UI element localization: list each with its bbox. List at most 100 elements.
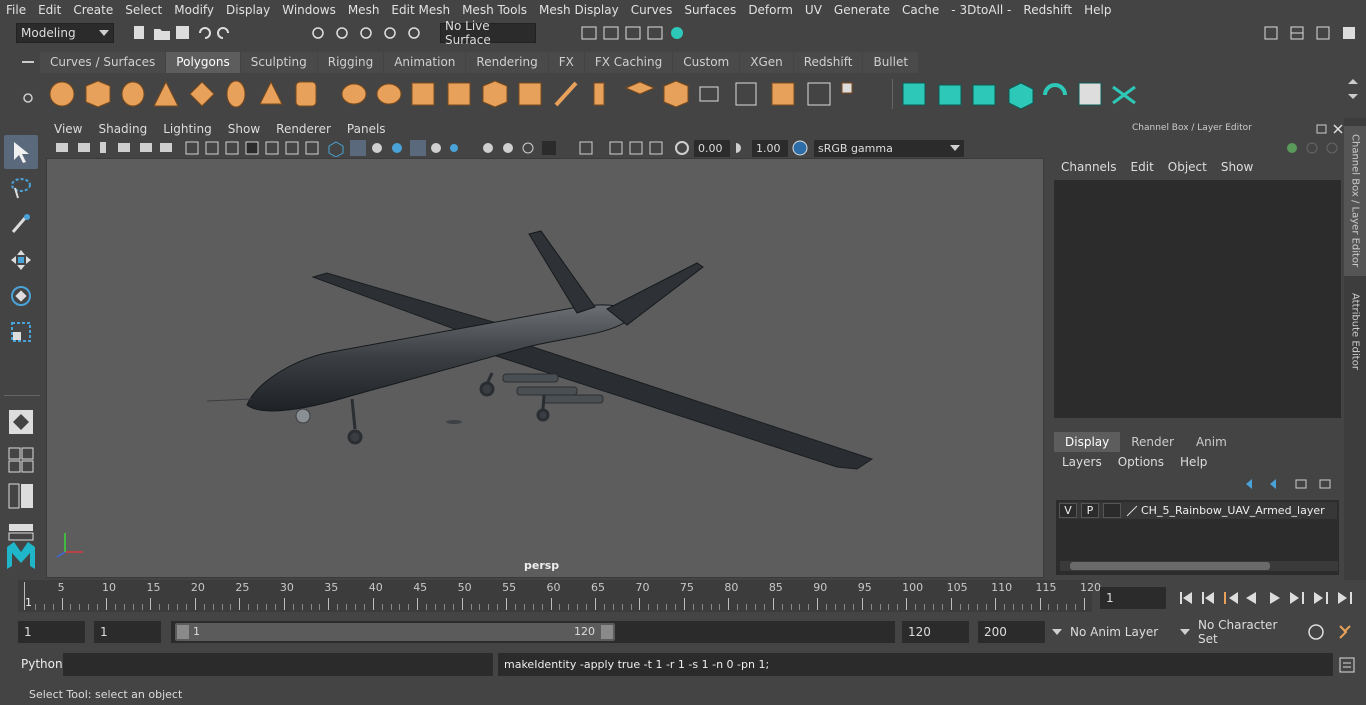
layer-tab-display[interactable]: Display bbox=[1054, 432, 1121, 452]
layer-tab-anim[interactable]: Anim bbox=[1184, 432, 1238, 452]
menu-surfaces[interactable]: Surfaces bbox=[678, 0, 742, 20]
panel-menu-shading[interactable]: Shading bbox=[90, 122, 155, 136]
command-input[interactable] bbox=[63, 653, 493, 676]
toggle-panels-icon[interactable] bbox=[1288, 24, 1306, 42]
channel-menu-object[interactable]: Object bbox=[1161, 160, 1214, 174]
panel-menu-panels[interactable]: Panels bbox=[339, 122, 394, 136]
layer-menu-layers[interactable]: Layers bbox=[1054, 455, 1110, 469]
layer-color-icon[interactable] bbox=[1125, 504, 1139, 518]
scale-tool[interactable] bbox=[4, 315, 38, 349]
range-end-handle[interactable] bbox=[601, 625, 613, 639]
channel-panel-icon[interactable] bbox=[1340, 24, 1358, 42]
shelf-tab-curves-surfaces[interactable]: Curves / Surfaces bbox=[40, 52, 166, 73]
perspective-viewport[interactable]: persp bbox=[46, 158, 1044, 578]
shelf-tab-animation[interactable]: Animation bbox=[384, 52, 466, 73]
attribute-panel-icon[interactable] bbox=[1314, 24, 1332, 42]
menu-file[interactable]: File bbox=[0, 0, 32, 20]
menu-deform[interactable]: Deform bbox=[742, 0, 799, 20]
start-frame-field[interactable]: 1 bbox=[18, 621, 85, 643]
gamma-field[interactable]: 1.00 bbox=[752, 139, 788, 157]
tab-channel-box[interactable]: Channel Box / Layer Editor bbox=[1344, 126, 1366, 276]
shelf-tab-rendering[interactable]: Rendering bbox=[466, 52, 548, 73]
channel-menu-show[interactable]: Show bbox=[1214, 160, 1260, 174]
move-tool[interactable] bbox=[4, 243, 38, 277]
layer-action-icons[interactable] bbox=[1242, 476, 1338, 492]
menu-edit-mesh[interactable]: Edit Mesh bbox=[385, 0, 456, 20]
layer-playback-toggle[interactable]: P bbox=[1081, 503, 1099, 518]
playback-end-field[interactable]: 120 bbox=[902, 621, 969, 643]
select-tool[interactable] bbox=[4, 135, 38, 169]
time-slider[interactable]: 5 10 15 20 25 30 35 40 45 50 55 60 65 70 75 80 85 90 95 100… bbox=[18, 580, 1101, 612]
menu-windows[interactable]: Windows bbox=[276, 0, 342, 20]
script-editor-icon[interactable] bbox=[1338, 656, 1356, 674]
lasso-tool[interactable] bbox=[4, 171, 38, 205]
workspace-icon[interactable] bbox=[1262, 24, 1280, 42]
menu-cache[interactable]: Cache bbox=[896, 0, 945, 20]
menu-curves[interactable]: Curves bbox=[625, 0, 679, 20]
close-icon[interactable] bbox=[1332, 123, 1344, 135]
channel-menu-edit[interactable]: Edit bbox=[1124, 160, 1161, 174]
channel-box-toggles[interactable] bbox=[1284, 140, 1340, 156]
color-management-icon[interactable] bbox=[788, 139, 812, 157]
shelf-tab-fx-caching[interactable]: FX Caching bbox=[584, 52, 673, 73]
current-frame-field[interactable]: 1 bbox=[1100, 587, 1166, 609]
color-space-dropdown[interactable]: sRGB gamma bbox=[814, 139, 964, 157]
menu-mesh-tools[interactable]: Mesh Tools bbox=[456, 0, 533, 20]
channel-menu-channels[interactable]: Channels bbox=[1054, 160, 1124, 174]
panel-menu-view[interactable]: View bbox=[46, 122, 90, 136]
shelf-tab-xgen[interactable]: XGen bbox=[740, 52, 793, 73]
playback-start-field[interactable]: 1 bbox=[94, 621, 161, 643]
shelf-tab-fx[interactable]: FX bbox=[548, 52, 584, 73]
layer-menu-help[interactable]: Help bbox=[1172, 455, 1215, 469]
shelf-tab-polygons[interactable]: Polygons bbox=[166, 52, 240, 73]
four-view-layout[interactable] bbox=[4, 443, 38, 477]
range-start-handle[interactable] bbox=[177, 625, 189, 639]
single-view-layout[interactable] bbox=[4, 405, 38, 439]
transport-icons[interactable] bbox=[1178, 588, 1356, 608]
shelf-tab-bullet[interactable]: Bullet bbox=[863, 52, 919, 73]
layer-display-type[interactable] bbox=[1103, 503, 1121, 518]
menu-edit[interactable]: Edit bbox=[32, 0, 67, 20]
rotate-tool[interactable] bbox=[4, 279, 38, 313]
menu-mesh[interactable]: Mesh bbox=[342, 0, 386, 20]
menu-select[interactable]: Select bbox=[119, 0, 168, 20]
panel-menu-show[interactable]: Show bbox=[220, 122, 268, 136]
character-set-dropdown[interactable]: No Character Set bbox=[1176, 618, 1300, 646]
panel-menu-renderer[interactable]: Renderer bbox=[268, 122, 339, 136]
command-language[interactable]: Python bbox=[21, 657, 63, 671]
shelf-tab-custom[interactable]: Custom bbox=[673, 52, 740, 73]
menu-help[interactable]: Help bbox=[1078, 0, 1117, 20]
file-tools-icons[interactable] bbox=[128, 23, 248, 43]
panel-menu-lighting[interactable]: Lighting bbox=[155, 122, 220, 136]
animation-end-field[interactable]: 200 bbox=[978, 621, 1045, 643]
range-slider[interactable]: 1 120 bbox=[175, 623, 615, 641]
menu-uv[interactable]: UV bbox=[799, 0, 828, 20]
layer-scrollbar-thumb[interactable] bbox=[1070, 562, 1270, 570]
mode-dropdown[interactable]: Modeling bbox=[16, 23, 114, 43]
shelf-tab-sculpting[interactable]: Sculpting bbox=[240, 52, 317, 73]
layer-visibility-toggle[interactable]: V bbox=[1059, 503, 1077, 518]
paint-select-tool[interactable] bbox=[4, 207, 38, 241]
layer-tab-render[interactable]: Render bbox=[1120, 432, 1185, 452]
menu-redshift[interactable]: Redshift bbox=[1017, 0, 1078, 20]
layer-scrollbar[interactable] bbox=[1060, 561, 1338, 571]
menu-mesh-display[interactable]: Mesh Display bbox=[533, 0, 625, 20]
render-tools-icons[interactable] bbox=[576, 23, 696, 43]
uv-shelf-icons[interactable] bbox=[899, 77, 1139, 111]
shelf-menu-icons[interactable] bbox=[18, 54, 38, 114]
menu-create[interactable]: Create bbox=[67, 0, 119, 20]
menu-3dtoall[interactable]: - 3DtoAll - bbox=[945, 0, 1017, 20]
menu-modify[interactable]: Modify bbox=[168, 0, 220, 20]
tab-attribute-editor[interactable]: Attribute Editor bbox=[1344, 286, 1366, 376]
menu-display[interactable]: Display bbox=[220, 0, 276, 20]
shelf-tab-rigging[interactable]: Rigging bbox=[317, 52, 384, 73]
live-surface-field[interactable]: No Live Surface bbox=[440, 19, 536, 47]
exposure-field[interactable]: 0.00 bbox=[694, 139, 730, 157]
outliner-layout[interactable] bbox=[4, 479, 38, 513]
shelf-scroll-icons[interactable] bbox=[1346, 78, 1360, 108]
shelf-icons[interactable] bbox=[46, 77, 886, 111]
menu-generate[interactable]: Generate bbox=[828, 0, 896, 20]
shelf-tab-redshift[interactable]: Redshift bbox=[793, 52, 863, 73]
float-panel-icon[interactable] bbox=[1316, 123, 1328, 135]
anim-layer-dropdown[interactable]: No Anim Layer bbox=[1048, 621, 1164, 643]
